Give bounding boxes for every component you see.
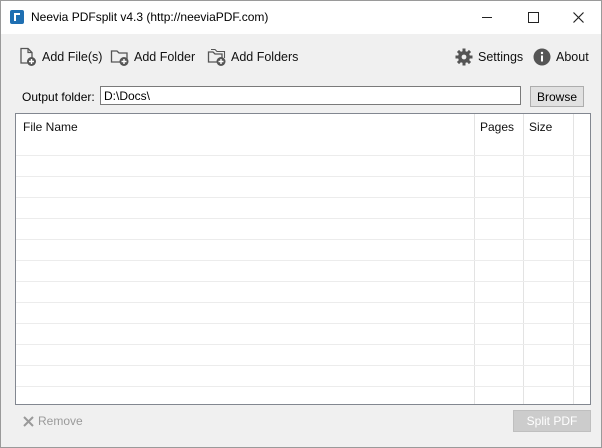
add-folders-button[interactable]: Add Folders xyxy=(207,45,298,69)
window-title: Neevia PDFsplit v4.3 (http://neeviaPDF.c… xyxy=(31,10,269,24)
add-folders-icon xyxy=(207,48,226,66)
add-folders-label: Add Folders xyxy=(231,50,299,64)
row-gridline xyxy=(16,323,590,324)
add-folder-label: Add Folder xyxy=(134,50,196,64)
minimize-icon xyxy=(482,17,492,18)
column-header-pages[interactable]: Pages xyxy=(480,120,514,134)
about-label: About xyxy=(556,50,589,64)
settings-label: Settings xyxy=(478,50,524,64)
file-list[interactable]: File Name Pages Size xyxy=(15,113,591,405)
close-button[interactable] xyxy=(555,1,601,34)
output-folder-label: Output folder: xyxy=(22,90,95,104)
column-divider xyxy=(573,114,574,404)
maximize-button[interactable] xyxy=(510,1,556,34)
column-header-size[interactable]: Size xyxy=(529,120,552,134)
remove-button[interactable]: Remove xyxy=(23,413,83,429)
add-files-label: Add File(s) xyxy=(42,50,103,64)
output-folder-input[interactable] xyxy=(100,86,521,105)
add-folder-button[interactable]: Add Folder xyxy=(110,45,195,69)
row-gridline xyxy=(16,302,590,303)
add-file-icon xyxy=(20,47,36,66)
settings-button[interactable]: Settings xyxy=(454,45,523,69)
remove-label: Remove xyxy=(38,414,83,428)
minimize-button[interactable] xyxy=(464,1,510,34)
row-gridline xyxy=(16,176,590,177)
row-gridline xyxy=(16,344,590,345)
row-gridline xyxy=(16,386,590,387)
row-gridline xyxy=(16,365,590,366)
info-icon xyxy=(533,48,551,66)
column-header-file-name[interactable]: File Name xyxy=(23,120,78,134)
maximize-icon xyxy=(527,12,539,23)
row-gridline xyxy=(16,218,590,219)
column-divider xyxy=(474,114,475,404)
column-divider xyxy=(523,114,524,404)
row-gridline xyxy=(16,281,590,282)
row-gridline xyxy=(16,197,590,198)
row-gridline xyxy=(16,260,590,261)
row-gridline xyxy=(16,155,590,156)
file-list-header: File Name Pages Size xyxy=(16,114,590,140)
browse-button[interactable]: Browse xyxy=(530,86,584,107)
add-folder-icon xyxy=(110,50,129,66)
about-button[interactable]: About xyxy=(532,45,589,69)
title-bar: Neevia PDFsplit v4.3 (http://neeviaPDF.c… xyxy=(1,1,601,34)
close-icon xyxy=(572,12,584,23)
app-window: Neevia PDFsplit v4.3 (http://neeviaPDF.c… xyxy=(0,0,602,448)
split-pdf-button[interactable]: Split PDF xyxy=(513,410,591,432)
add-files-button[interactable]: Add File(s) xyxy=(18,45,102,69)
row-gridline xyxy=(16,239,590,240)
remove-icon xyxy=(23,415,34,427)
app-logo-icon xyxy=(10,10,24,24)
gear-icon xyxy=(455,48,473,66)
